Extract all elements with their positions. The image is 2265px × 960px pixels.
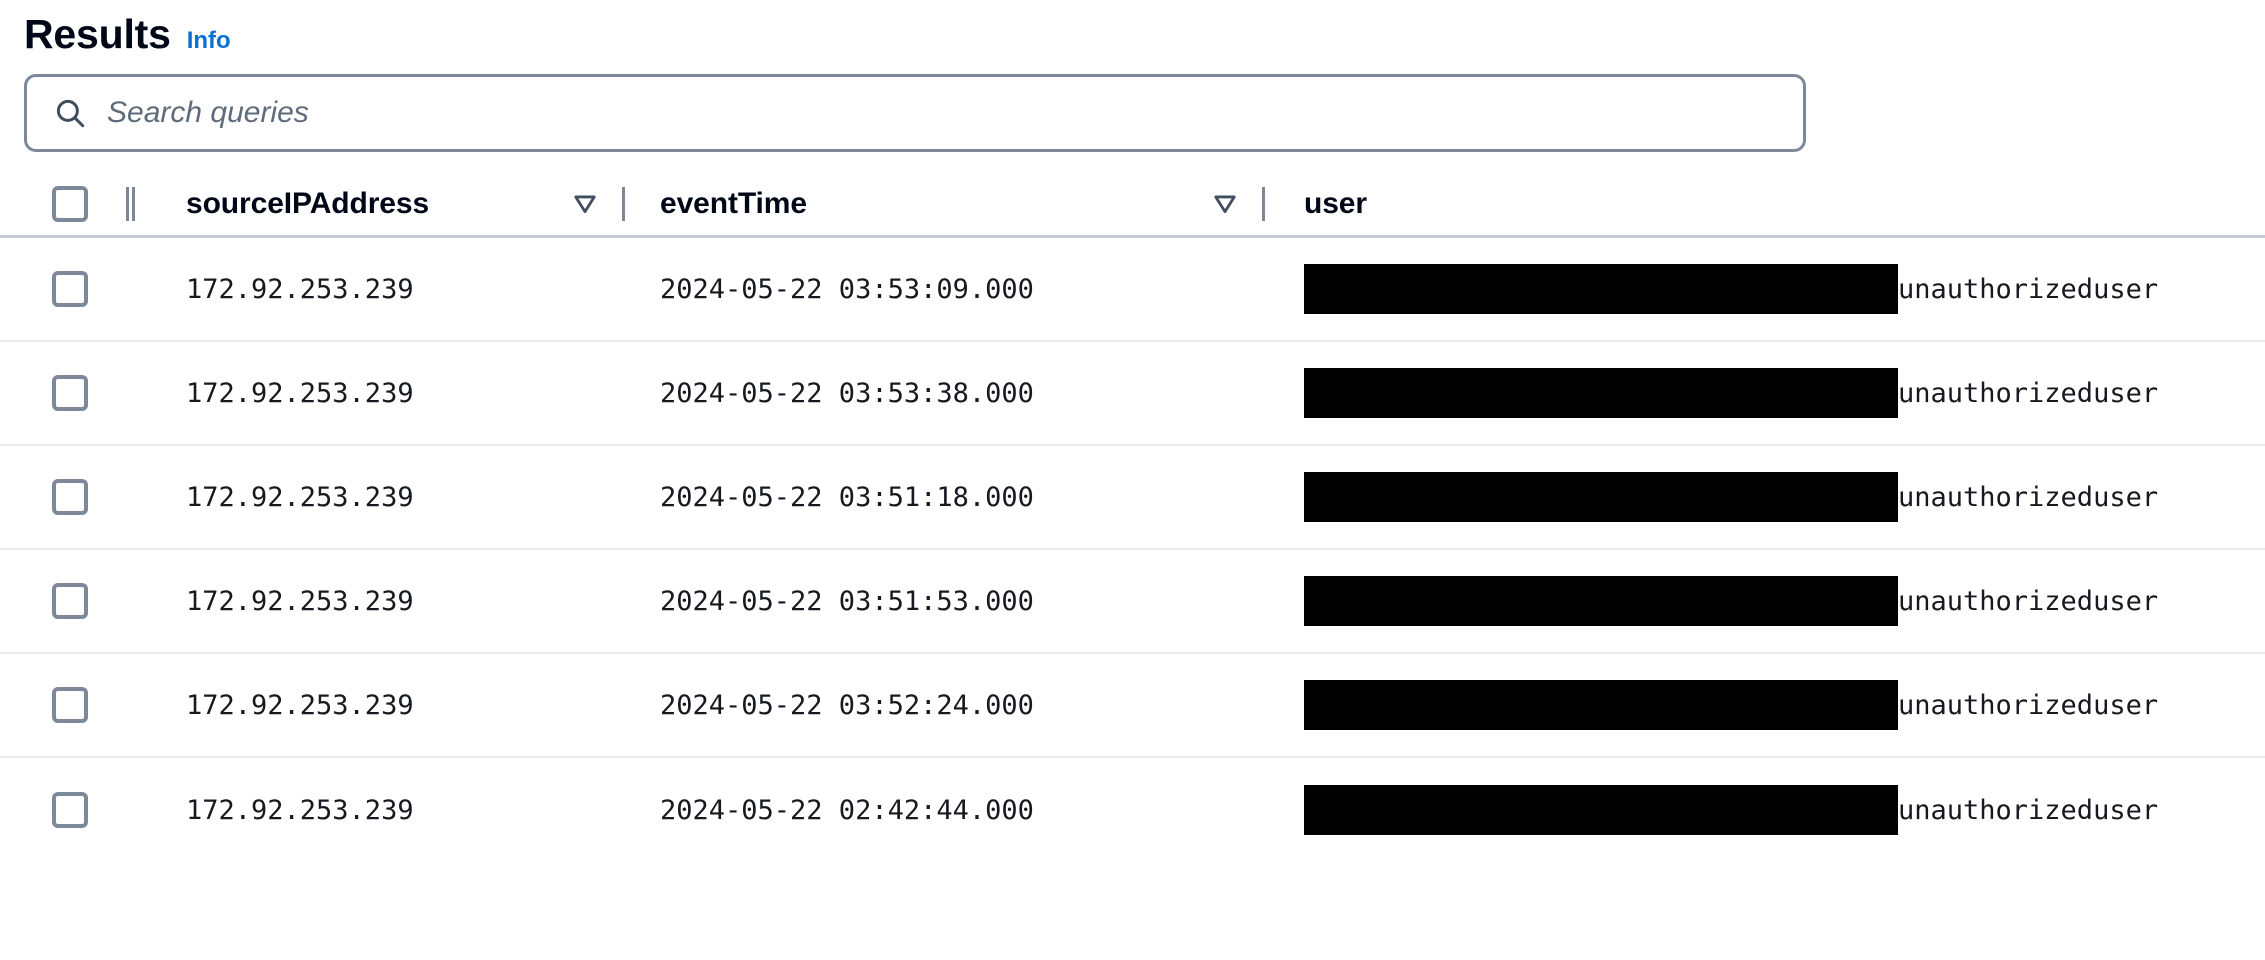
cell-eventtime: 2024-05-22 03:51:53.000	[622, 586, 1262, 617]
cell-eventtime: 2024-05-22 02:42:44.000	[622, 795, 1262, 826]
column-divider	[1262, 186, 1265, 221]
cell-value-sourceipaddress: 172.92.253.239	[186, 585, 414, 617]
cell-value-sourceipaddress: 172.92.253.239	[186, 377, 414, 409]
search-container	[0, 62, 2265, 152]
row-checkbox[interactable]	[52, 375, 88, 411]
cell-value-user: unauthorizeduser	[1898, 585, 2159, 617]
cell-sourceipaddress: 172.92.253.239	[132, 690, 622, 721]
sort-descending-icon[interactable]	[1212, 191, 1238, 217]
row-checkbox[interactable]	[52, 583, 88, 619]
row-select-cell	[0, 375, 132, 411]
row-select-cell	[0, 583, 132, 619]
search-box[interactable]	[24, 74, 1806, 152]
cell-value-sourceipaddress: 172.92.253.239	[186, 689, 414, 721]
cell-user: unauthorizeduser	[1262, 368, 2265, 418]
cell-value-user: unauthorizeduser	[1898, 273, 2159, 305]
row-select-cell	[0, 271, 132, 307]
redaction-bar	[1304, 264, 1898, 314]
table-row[interactable]: 172.92.253.239 2024-05-22 02:42:44.000 u…	[0, 758, 2265, 862]
cell-eventtime: 2024-05-22 03:51:18.000	[622, 482, 1262, 513]
cell-user: unauthorizeduser	[1262, 472, 2265, 522]
row-checkbox[interactable]	[52, 792, 88, 828]
page-title: Results	[24, 11, 171, 57]
table-row[interactable]: 172.92.253.239 2024-05-22 03:51:18.000 u…	[0, 446, 2265, 550]
column-divider	[126, 186, 129, 221]
header-cell-user[interactable]: user	[1262, 186, 2265, 221]
table-row[interactable]: 172.92.253.239 2024-05-22 03:51:53.000 u…	[0, 550, 2265, 654]
redaction-bar	[1304, 368, 1898, 418]
select-all-checkbox[interactable]	[52, 185, 88, 222]
redaction-bar	[1304, 680, 1898, 730]
results-header: Results Info	[0, 0, 2265, 62]
column-divider	[622, 186, 625, 221]
cell-sourceipaddress: 172.92.253.239	[132, 586, 622, 617]
results-panel: Results Info sourceIPAddress	[0, 0, 2265, 960]
column-header-label-user: user	[1304, 186, 1367, 220]
header-cell-sourceipaddress[interactable]: sourceIPAddress	[132, 186, 622, 221]
cell-value-eventtime: 2024-05-22 03:51:53.000	[660, 585, 1034, 617]
redaction-bar	[1304, 785, 1898, 835]
redaction-bar	[1304, 576, 1898, 626]
search-input[interactable]	[107, 77, 1777, 149]
cell-value-sourceipaddress: 172.92.253.239	[186, 481, 414, 513]
cell-value-sourceipaddress: 172.92.253.239	[186, 794, 414, 826]
cell-sourceipaddress: 172.92.253.239	[132, 378, 622, 409]
table-header-row: sourceIPAddress eventTime user	[0, 172, 2265, 238]
cell-value-user: unauthorizeduser	[1898, 481, 2159, 513]
row-select-cell	[0, 792, 132, 828]
cell-value-eventtime: 2024-05-22 03:53:38.000	[660, 377, 1034, 409]
cell-eventtime: 2024-05-22 03:53:38.000	[622, 378, 1262, 409]
cell-value-sourceipaddress: 172.92.253.239	[186, 273, 414, 305]
column-divider	[132, 186, 135, 221]
cell-eventtime: 2024-05-22 03:53:09.000	[622, 274, 1262, 305]
cell-value-eventtime: 2024-05-22 02:42:44.000	[660, 794, 1034, 826]
table-row[interactable]: 172.92.253.239 2024-05-22 03:53:38.000 u…	[0, 342, 2265, 446]
table-row[interactable]: 172.92.253.239 2024-05-22 03:53:09.000 u…	[0, 238, 2265, 342]
cell-user: unauthorizeduser	[1262, 785, 2265, 835]
row-select-cell	[0, 687, 132, 723]
results-table: sourceIPAddress eventTime user 172.92.25…	[0, 172, 2265, 862]
search-icon	[56, 99, 85, 128]
row-checkbox[interactable]	[52, 687, 88, 723]
row-checkbox[interactable]	[52, 271, 88, 307]
row-checkbox[interactable]	[52, 479, 88, 515]
sort-descending-icon[interactable]	[572, 191, 598, 217]
cell-sourceipaddress: 172.92.253.239	[132, 795, 622, 826]
redaction-bar	[1304, 472, 1898, 522]
cell-value-eventtime: 2024-05-22 03:51:18.000	[660, 481, 1034, 513]
cell-value-user: unauthorizeduser	[1898, 377, 2159, 409]
table-row[interactable]: 172.92.253.239 2024-05-22 03:52:24.000 u…	[0, 654, 2265, 758]
column-header-label-eventtime: eventTime	[660, 186, 807, 220]
cell-value-eventtime: 2024-05-22 03:53:09.000	[660, 273, 1034, 305]
cell-user: unauthorizeduser	[1262, 264, 2265, 314]
info-link[interactable]: Info	[187, 29, 231, 53]
cell-sourceipaddress: 172.92.253.239	[132, 482, 622, 513]
cell-user: unauthorizeduser	[1262, 680, 2265, 730]
cell-value-eventtime: 2024-05-22 03:52:24.000	[660, 689, 1034, 721]
column-header-label-sourceipaddress: sourceIPAddress	[186, 186, 430, 220]
row-select-cell	[0, 479, 132, 515]
cell-value-user: unauthorizeduser	[1898, 794, 2159, 826]
cell-user: unauthorizeduser	[1262, 576, 2265, 626]
cell-value-user: unauthorizeduser	[1898, 689, 2159, 721]
header-cell-eventtime[interactable]: eventTime	[622, 186, 1262, 221]
header-cell-select-all	[0, 185, 132, 222]
cell-sourceipaddress: 172.92.253.239	[132, 274, 622, 305]
cell-eventtime: 2024-05-22 03:52:24.000	[622, 690, 1262, 721]
